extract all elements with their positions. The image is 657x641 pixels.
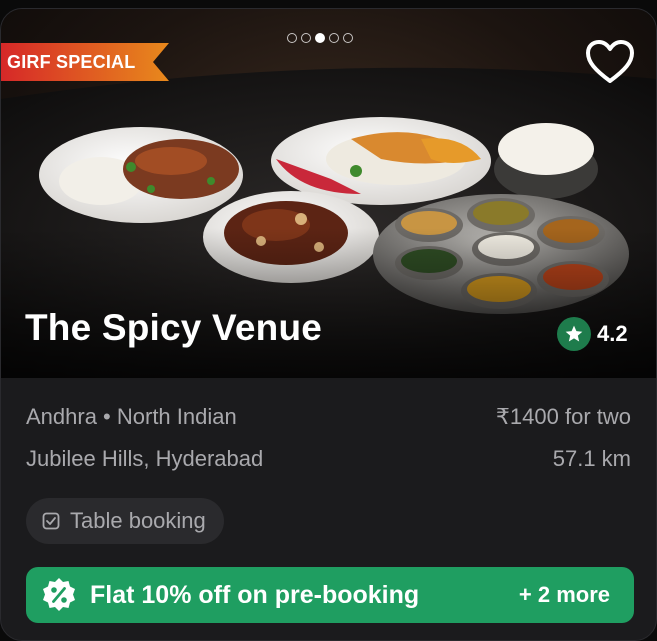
- cuisine-text: Andhra • North Indian: [26, 404, 237, 429]
- carousel-indicator[interactable]: [287, 33, 353, 43]
- price-text: ₹1400 for two: [495, 404, 631, 429]
- distance-text: 57.1 km: [552, 446, 631, 471]
- promo-badge: GIRF SPECIAL: [1, 43, 169, 81]
- carousel-dot[interactable]: [287, 33, 297, 43]
- table-booking-label: Table booking: [70, 508, 206, 533]
- favorite-button[interactable]: [585, 39, 635, 85]
- restaurant-card[interactable]: GIRF SPECIAL The Spicy Venue 4.2 Andhra …: [0, 8, 657, 641]
- carousel-dot[interactable]: [343, 33, 353, 43]
- rating-value: 4.2: [597, 321, 628, 346]
- details-row-cuisine-price: Andhra • North Indian ₹1400 for two: [26, 404, 631, 430]
- star-icon: [565, 325, 583, 342]
- location-text: Jubilee Hills, Hyderabad: [26, 446, 264, 471]
- promo-badge-label: GIRF SPECIAL: [7, 52, 136, 72]
- carousel-dot[interactable]: [329, 33, 339, 43]
- checkbox-icon: [42, 512, 60, 530]
- restaurant-photo[interactable]: GIRF SPECIAL The Spicy Venue 4.2: [1, 9, 656, 378]
- heart-outline-icon: [586, 40, 634, 83]
- photo-gradient-overlay: [1, 228, 656, 378]
- percent-badge-icon: [43, 578, 75, 611]
- table-booking-chip[interactable]: Table booking: [26, 498, 224, 544]
- carousel-dot[interactable]: [315, 33, 325, 43]
- rating-star-circle: [557, 317, 591, 351]
- details-row-location-distance: Jubilee Hills, Hyderabad 57.1 km: [26, 446, 631, 472]
- rating-badge: 4.2: [557, 317, 628, 351]
- offer-banner[interactable]: Flat 10% off on pre-booking + 2 more: [26, 567, 634, 623]
- carousel-dot[interactable]: [301, 33, 311, 43]
- restaurant-name: The Spicy Venue: [25, 307, 323, 348]
- offer-icon-wrapper: [40, 576, 78, 614]
- more-offers-link[interactable]: + 2 more: [519, 582, 610, 608]
- offer-text: Flat 10% off on pre-booking: [90, 580, 420, 609]
